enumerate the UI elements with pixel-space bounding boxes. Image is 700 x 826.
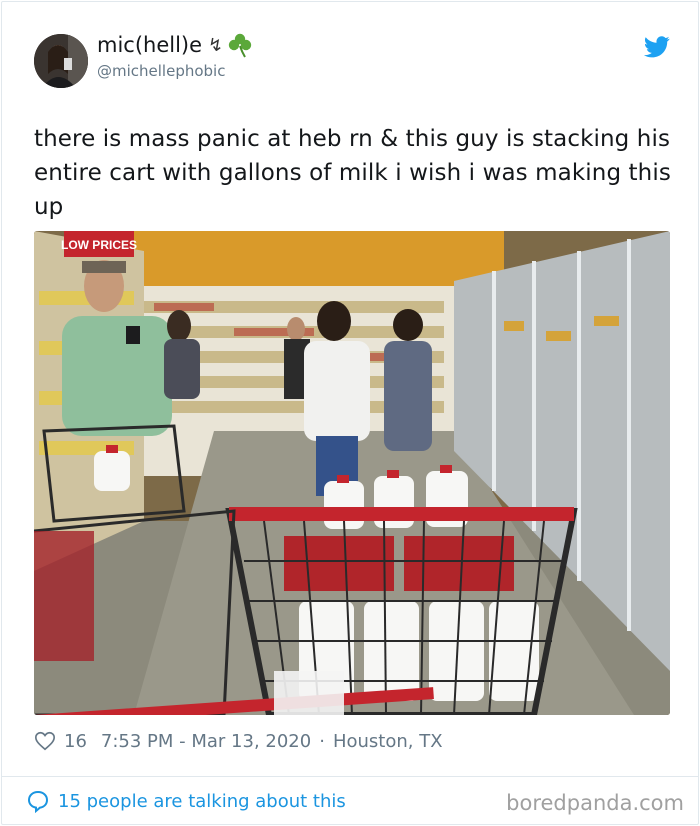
avatar[interactable] — [34, 34, 88, 88]
display-name[interactable]: mic(hell)e — [97, 33, 202, 57]
user-name-row[interactable]: mic(hell)e ↯ — [97, 32, 253, 58]
shamrock-icon — [228, 33, 252, 58]
tweet-card: mic(hell)e ↯ @michellephobic there is ma… — [1, 1, 699, 825]
divider — [2, 776, 698, 777]
watermark: boredpanda.com — [506, 791, 684, 815]
heart-icon[interactable] — [34, 730, 56, 752]
talking-count-text[interactable]: 15 people are talking about this — [58, 791, 346, 812]
grocery-aisle-image: LOW PRICES — [34, 231, 670, 715]
tweet-photo[interactable]: LOW PRICES — [34, 231, 670, 715]
speech-bubble-icon — [27, 790, 49, 813]
tweet-meta: 16 7:53 PM - Mar 13, 2020 · Houston, TX — [34, 727, 443, 755]
user-handle[interactable]: @michellephobic — [97, 62, 225, 80]
low-prices-sign: LOW PRICES — [61, 238, 137, 252]
tweet-location[interactable]: Houston, TX — [333, 731, 443, 752]
meta-separator: · — [319, 730, 325, 752]
name-symbols: ↯ — [208, 32, 253, 58]
twitter-bird-icon[interactable] — [644, 36, 670, 58]
like-count[interactable]: 16 — [64, 731, 87, 752]
tweet-datetime[interactable]: 7:53 PM - Mar 13, 2020 — [101, 731, 311, 752]
zigzag-icon: ↯ — [208, 34, 224, 56]
tweet-text: there is mass panic at heb rn & this guy… — [34, 126, 671, 220]
avatar-photo — [34, 34, 88, 88]
conversation-link[interactable]: 15 people are talking about this — [26, 789, 346, 813]
